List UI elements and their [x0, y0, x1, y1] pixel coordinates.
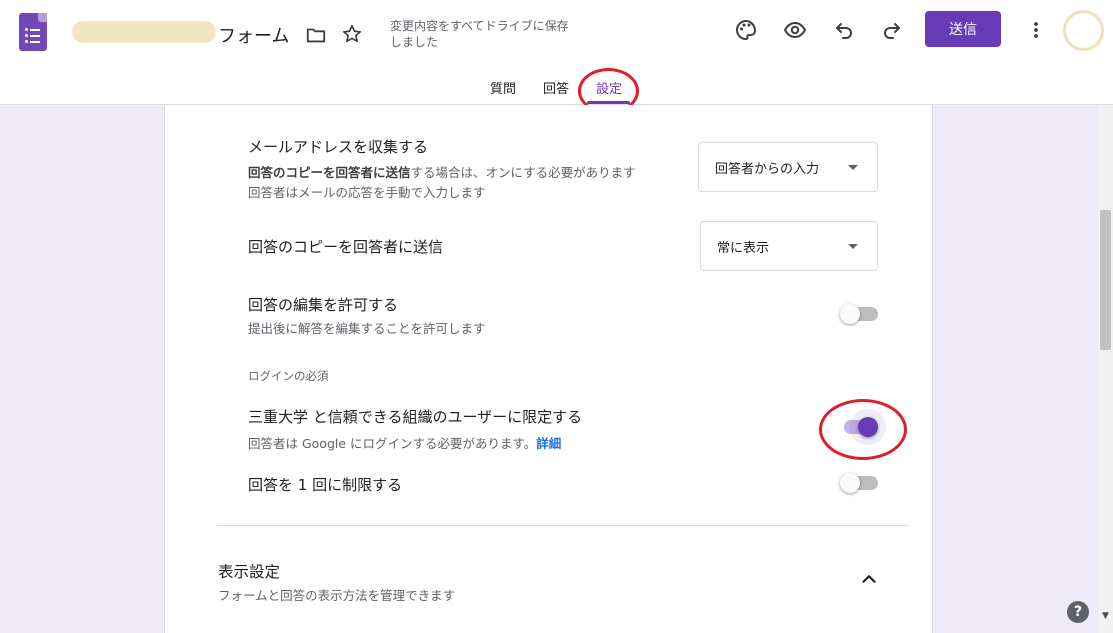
scrollbar-thumb[interactable] — [1100, 210, 1111, 350]
chevron-up-icon[interactable] — [858, 568, 880, 590]
star-icon[interactable] — [341, 23, 363, 45]
collect-email-title: メールアドレスを収集する — [248, 138, 429, 156]
collect-email-dropdown[interactable]: 回答者からの入力 — [698, 142, 878, 192]
form-title[interactable]: フォーム — [218, 22, 289, 48]
forms-app-icon[interactable] — [19, 13, 47, 51]
display-settings-desc: フォームと回答の表示方法を管理できます — [218, 588, 456, 603]
send-copy-dropdown-value: 常に表示 — [717, 240, 770, 256]
section-divider — [217, 525, 908, 526]
tab-questions[interactable]: 質問 — [490, 78, 516, 97]
tab-active-indicator — [587, 101, 630, 104]
account-avatar[interactable] — [1063, 10, 1104, 51]
dropdown-arrow-icon — [848, 165, 858, 170]
tab-responses[interactable]: 回答 — [543, 78, 569, 97]
tab-settings[interactable]: 設定 — [596, 78, 622, 97]
dropdown-arrow-icon — [848, 244, 858, 249]
collect-email-dropdown-value: 回答者からの入力 — [715, 161, 820, 177]
restrict-org-toggle[interactable] — [840, 409, 886, 445]
help-icon[interactable]: ? — [1067, 601, 1089, 623]
scrollbar-track[interactable] — [1098, 105, 1113, 633]
collect-email-desc: 回答のコピーを回答者に送信する場合は、オンにする必要があります — [248, 165, 636, 180]
eye-icon[interactable] — [783, 18, 807, 42]
undo-icon[interactable] — [832, 18, 856, 42]
send-button[interactable]: 送信 — [925, 11, 1001, 47]
redo-icon[interactable] — [880, 18, 904, 42]
send-copy-dropdown[interactable]: 常に表示 — [700, 221, 878, 271]
restrict-org-desc: 回答者は Google にログインする必要があります。詳細 — [248, 436, 562, 451]
send-copy-title: 回答のコピーを回答者に送信 — [248, 238, 444, 256]
restrict-org-title: 三重大学 と信頼できる組織のユーザーに限定する — [248, 408, 583, 426]
scroll-down-arrow-icon[interactable]: ▼ — [1099, 610, 1112, 622]
palette-icon[interactable] — [734, 18, 758, 42]
allow-edit-desc: 提出後に解答を編集することを許可します — [248, 321, 486, 336]
display-settings-title: 表示設定 — [218, 563, 281, 581]
allow-edit-toggle[interactable] — [840, 304, 878, 324]
login-section-label: ログインの必須 — [248, 369, 329, 383]
limit-one-title: 回答を 1 回に制限する — [248, 476, 403, 494]
allow-edit-title: 回答の編集を許可する — [248, 296, 399, 314]
more-vert-icon[interactable] — [1024, 18, 1048, 42]
app-header: フォーム 変更内容をすべてドライブに保存しました 送信 質問 回答 設定 — [0, 0, 1113, 114]
collect-email-desc2: 回答者はメールの応答を手動で入力します — [248, 185, 486, 200]
learn-more-link[interactable]: 詳細 — [536, 436, 561, 451]
folder-icon[interactable] — [305, 24, 327, 46]
save-status: 変更内容をすべてドライブに保存しました — [390, 19, 569, 49]
limit-one-toggle[interactable] — [840, 473, 878, 493]
redacted-title-part — [72, 21, 216, 43]
